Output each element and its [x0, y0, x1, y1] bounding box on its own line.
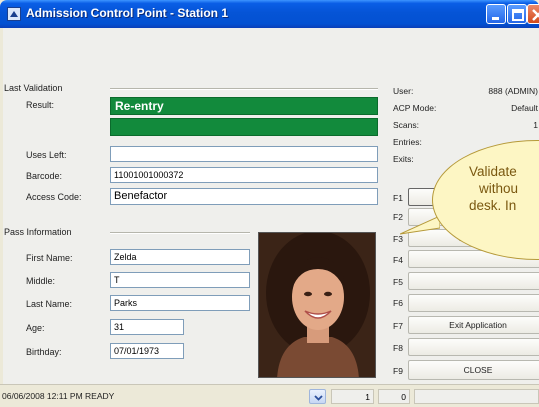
access-code-label: Access Code: [26, 192, 82, 202]
close-button[interactable]: CLOSE [408, 360, 539, 380]
status-panel-empty [414, 389, 539, 404]
age-field: 31 [110, 319, 184, 335]
pass-holder-photo [258, 232, 376, 378]
status-bar: 06/06/2008 12:11 PM READY 1 0 [0, 384, 539, 407]
middle-label: Middle: [26, 276, 56, 286]
barcode-field: 11001001000372 [110, 167, 378, 183]
result-field: Re-entry [110, 97, 378, 115]
last-name-label: Last Name: [26, 299, 73, 309]
status-count-1: 1 [331, 389, 374, 404]
middle-field: T [110, 272, 250, 288]
first-name-field: Zelda [110, 249, 250, 265]
f9-key-label: F9 [393, 366, 403, 376]
last-validation-heading: Last Validation [4, 83, 63, 93]
f6-button[interactable] [408, 294, 539, 312]
f8-key-label: F8 [393, 343, 403, 353]
close-window-button[interactable] [527, 4, 539, 24]
minimize-button[interactable] [486, 4, 506, 24]
user-label: User: [393, 86, 414, 96]
f1-key-label: F1 [393, 193, 403, 203]
status-text: 06/06/2008 12:11 PM READY [2, 391, 115, 401]
birthday-field: 07/01/1973 [110, 343, 184, 359]
minimize-icon [492, 17, 499, 20]
close-icon [532, 9, 539, 21]
exit-application-button[interactable]: Exit Application [408, 316, 539, 334]
f7-key-label: F7 [393, 321, 403, 331]
result-label: Result: [26, 100, 55, 110]
callout-line-3: desk. In [469, 198, 517, 213]
acp-mode-value: Default [511, 103, 538, 113]
last-name-field: Parks [110, 295, 250, 311]
birthday-label: Birthday: [26, 347, 62, 357]
result-status-bar [110, 118, 378, 136]
f6-key-label: F6 [393, 298, 403, 308]
pass-information-heading: Pass Information [4, 227, 72, 237]
application-window: Admission Control Point - Station 1 Last… [0, 0, 539, 407]
status-count-2: 0 [378, 389, 410, 404]
f5-key-label: F5 [393, 277, 403, 287]
last-validation-divider [110, 88, 378, 90]
f5-button[interactable] [408, 272, 539, 290]
age-label: Age: [26, 323, 45, 333]
acp-mode-label: ACP Mode: [393, 103, 437, 113]
callout-tail [400, 216, 440, 235]
access-code-field: Benefactor [110, 188, 378, 205]
first-name-label: First Name: [26, 253, 73, 263]
maximize-icon [512, 9, 524, 21]
barcode-label: Barcode: [26, 171, 63, 181]
window-title: Admission Control Point - Station 1 [26, 6, 228, 20]
callout-line-2: withou [479, 181, 519, 196]
app-icon [7, 7, 21, 21]
chevron-down-icon [314, 395, 323, 401]
pass-information-divider [110, 232, 250, 234]
exits-label: Exits: [393, 154, 414, 164]
scans-label: Scans: [393, 120, 419, 130]
user-value: 888 (ADMIN) [488, 86, 538, 96]
uses-left-field [110, 146, 378, 162]
maximize-button[interactable] [507, 4, 527, 24]
portrait-image [259, 233, 375, 377]
f8-button[interactable] [408, 338, 539, 356]
f4-key-label: F4 [393, 255, 403, 265]
scans-value: 1 [533, 120, 538, 130]
status-dropdown[interactable] [309, 389, 326, 404]
uses-left-label: Uses Left: [26, 150, 67, 160]
callout-text: Validate withou desk. In [469, 163, 539, 214]
entries-label: Entries: [393, 137, 422, 147]
title-bar[interactable]: Admission Control Point - Station 1 [0, 0, 539, 28]
callout-line-1: Validate [469, 164, 517, 179]
